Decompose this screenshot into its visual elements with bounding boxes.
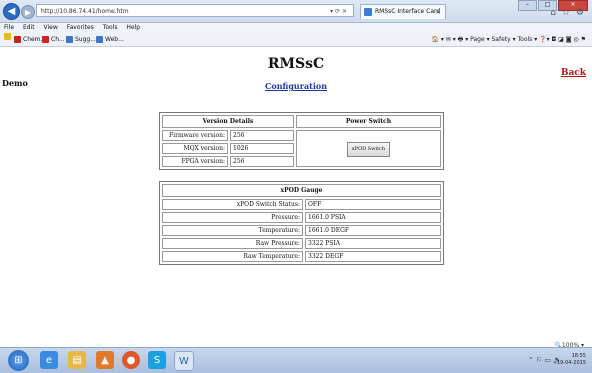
chrome-icon[interactable]: ● xyxy=(122,351,140,369)
xpod-gauge-table: xPOD Gauge xPOD Switch Status: OFF Press… xyxy=(159,181,444,265)
fav-item-web[interactable]: Web... xyxy=(96,33,124,46)
fpga-version-value: 256 xyxy=(230,156,294,167)
menu-view[interactable]: View xyxy=(44,24,58,31)
clock-date: 19-04-2015 xyxy=(556,360,586,366)
menu-tools[interactable]: Tools xyxy=(103,24,118,31)
fav-item-ch[interactable]: Ch... xyxy=(42,33,65,46)
pressure-value: 1661.0 PSIA xyxy=(305,212,441,223)
command-bar: 🏠 ▾ ✉ ▾ 🖶 ▾ Page ▾ Safety ▾ Tools ▾ ❓▾ ◘… xyxy=(431,36,586,43)
mqx-version-label: MQX version: xyxy=(162,143,228,154)
tab-close-icon[interactable]: × xyxy=(435,5,441,19)
favorites-bar-star-icon[interactable] xyxy=(4,33,13,40)
table-row: xPOD Switch Status: OFF xyxy=(162,199,441,210)
skype-icon[interactable]: S xyxy=(148,351,166,369)
cmd-safety[interactable]: Safety xyxy=(491,36,510,43)
favorites-star-icon[interactable]: ☆ xyxy=(562,8,570,18)
configuration-link[interactable]: Configuration xyxy=(0,81,592,91)
power-switch-header: Power Switch xyxy=(296,115,441,128)
fav-item-sugg[interactable]: Sugg... xyxy=(66,33,96,46)
version-details-header: Version Details xyxy=(162,115,294,128)
cmd-icons[interactable]: 🏠 ▾ ✉ ▾ 🖶 ▾ xyxy=(431,36,468,43)
menu-help[interactable]: Help xyxy=(126,24,140,31)
fpga-version-label: FPGA version: xyxy=(162,156,228,167)
temperature-label: Temperature: xyxy=(162,225,303,236)
forward-arrow-icon[interactable]: ▶ xyxy=(21,5,35,19)
menu-bar: File Edit View Favorites Tools Help xyxy=(0,23,592,33)
address-url: http://10.86.74.41/home.htm xyxy=(41,8,129,15)
cmd-tools[interactable]: Tools xyxy=(518,36,533,43)
refresh-icon[interactable]: ▾ ⟳ ✕ xyxy=(330,5,347,18)
address-bar[interactable]: http://10.86.74.41/home.htm ▾ ⟳ ✕ xyxy=(36,4,354,17)
menu-file[interactable]: File xyxy=(4,24,14,31)
home-icon[interactable]: ⌂ xyxy=(550,8,556,18)
minimize-icon[interactable]: – xyxy=(518,0,537,11)
firmware-version-value: 256 xyxy=(230,130,294,141)
cmd-extra-icons[interactable]: ❓▾ ◘ ◪ ◙ ◎ ⚑ xyxy=(539,36,586,43)
word-icon[interactable]: W xyxy=(174,351,194,371)
firmware-version-label: Firmware version: xyxy=(162,130,228,141)
page-favicon-icon xyxy=(364,8,372,16)
ie-browser-icon[interactable]: e xyxy=(40,351,58,369)
temperature-value: 1661.0 DEGF xyxy=(305,225,441,236)
mqx-version-value: 1026 xyxy=(230,143,294,154)
cmd-page[interactable]: Page xyxy=(470,36,485,43)
version-details-table: Version Details Power Switch Firmware ve… xyxy=(159,112,444,170)
back-link[interactable]: Back xyxy=(561,68,586,78)
switch-status-label: xPOD Switch Status: xyxy=(162,199,303,210)
raw-temperature-value: 3322 DEGF xyxy=(305,251,441,262)
menu-edit[interactable]: Edit xyxy=(23,24,35,31)
power-switch-cell: xPOD Switch xyxy=(296,130,441,167)
tab-rmssc[interactable]: RMSsC Interface Card × xyxy=(360,4,446,19)
start-button-icon[interactable]: ⊞ xyxy=(8,350,29,371)
table-row: Raw Temperature: 3322 DEGF xyxy=(162,251,441,262)
settings-gear-icon[interactable]: ⚙ xyxy=(576,8,584,18)
vlc-icon[interactable]: ▲ xyxy=(96,351,114,369)
menu-favorites[interactable]: Favorites xyxy=(67,24,94,31)
table-row: Temperature: 1661.0 DEGF xyxy=(162,225,441,236)
raw-pressure-label: Raw Pressure: xyxy=(162,238,303,249)
file-explorer-icon[interactable]: ▤ xyxy=(68,351,86,369)
windows-taskbar: ⊞ e ▤ ▲ ● S W ⌃ ⚐ ▭ 🔊 18:55 19-04-2015 xyxy=(0,347,592,373)
xpod-gauge-header: xPOD Gauge xyxy=(162,184,441,197)
table-row: Firmware version: 256 xPOD Switch xyxy=(162,130,441,167)
table-row: Pressure: 1661.0 PSIA xyxy=(162,212,441,223)
tab-title: RMSsC Interface Card xyxy=(375,8,441,15)
back-arrow-icon[interactable]: ◀ xyxy=(3,3,20,20)
clock[interactable]: 18:55 19-04-2015 xyxy=(557,353,586,367)
switch-status-value: OFF xyxy=(305,199,441,210)
raw-pressure-value: 3322 PSIA xyxy=(305,238,441,249)
xpod-switch-button[interactable]: xPOD Switch xyxy=(346,142,391,157)
clock-time: 18:55 xyxy=(571,353,586,359)
table-row: Raw Pressure: 3322 PSIA xyxy=(162,238,441,249)
page-title: RMSsC xyxy=(267,56,325,72)
pressure-label: Pressure: xyxy=(162,212,303,223)
raw-temperature-label: Raw Temperature: xyxy=(162,251,303,262)
